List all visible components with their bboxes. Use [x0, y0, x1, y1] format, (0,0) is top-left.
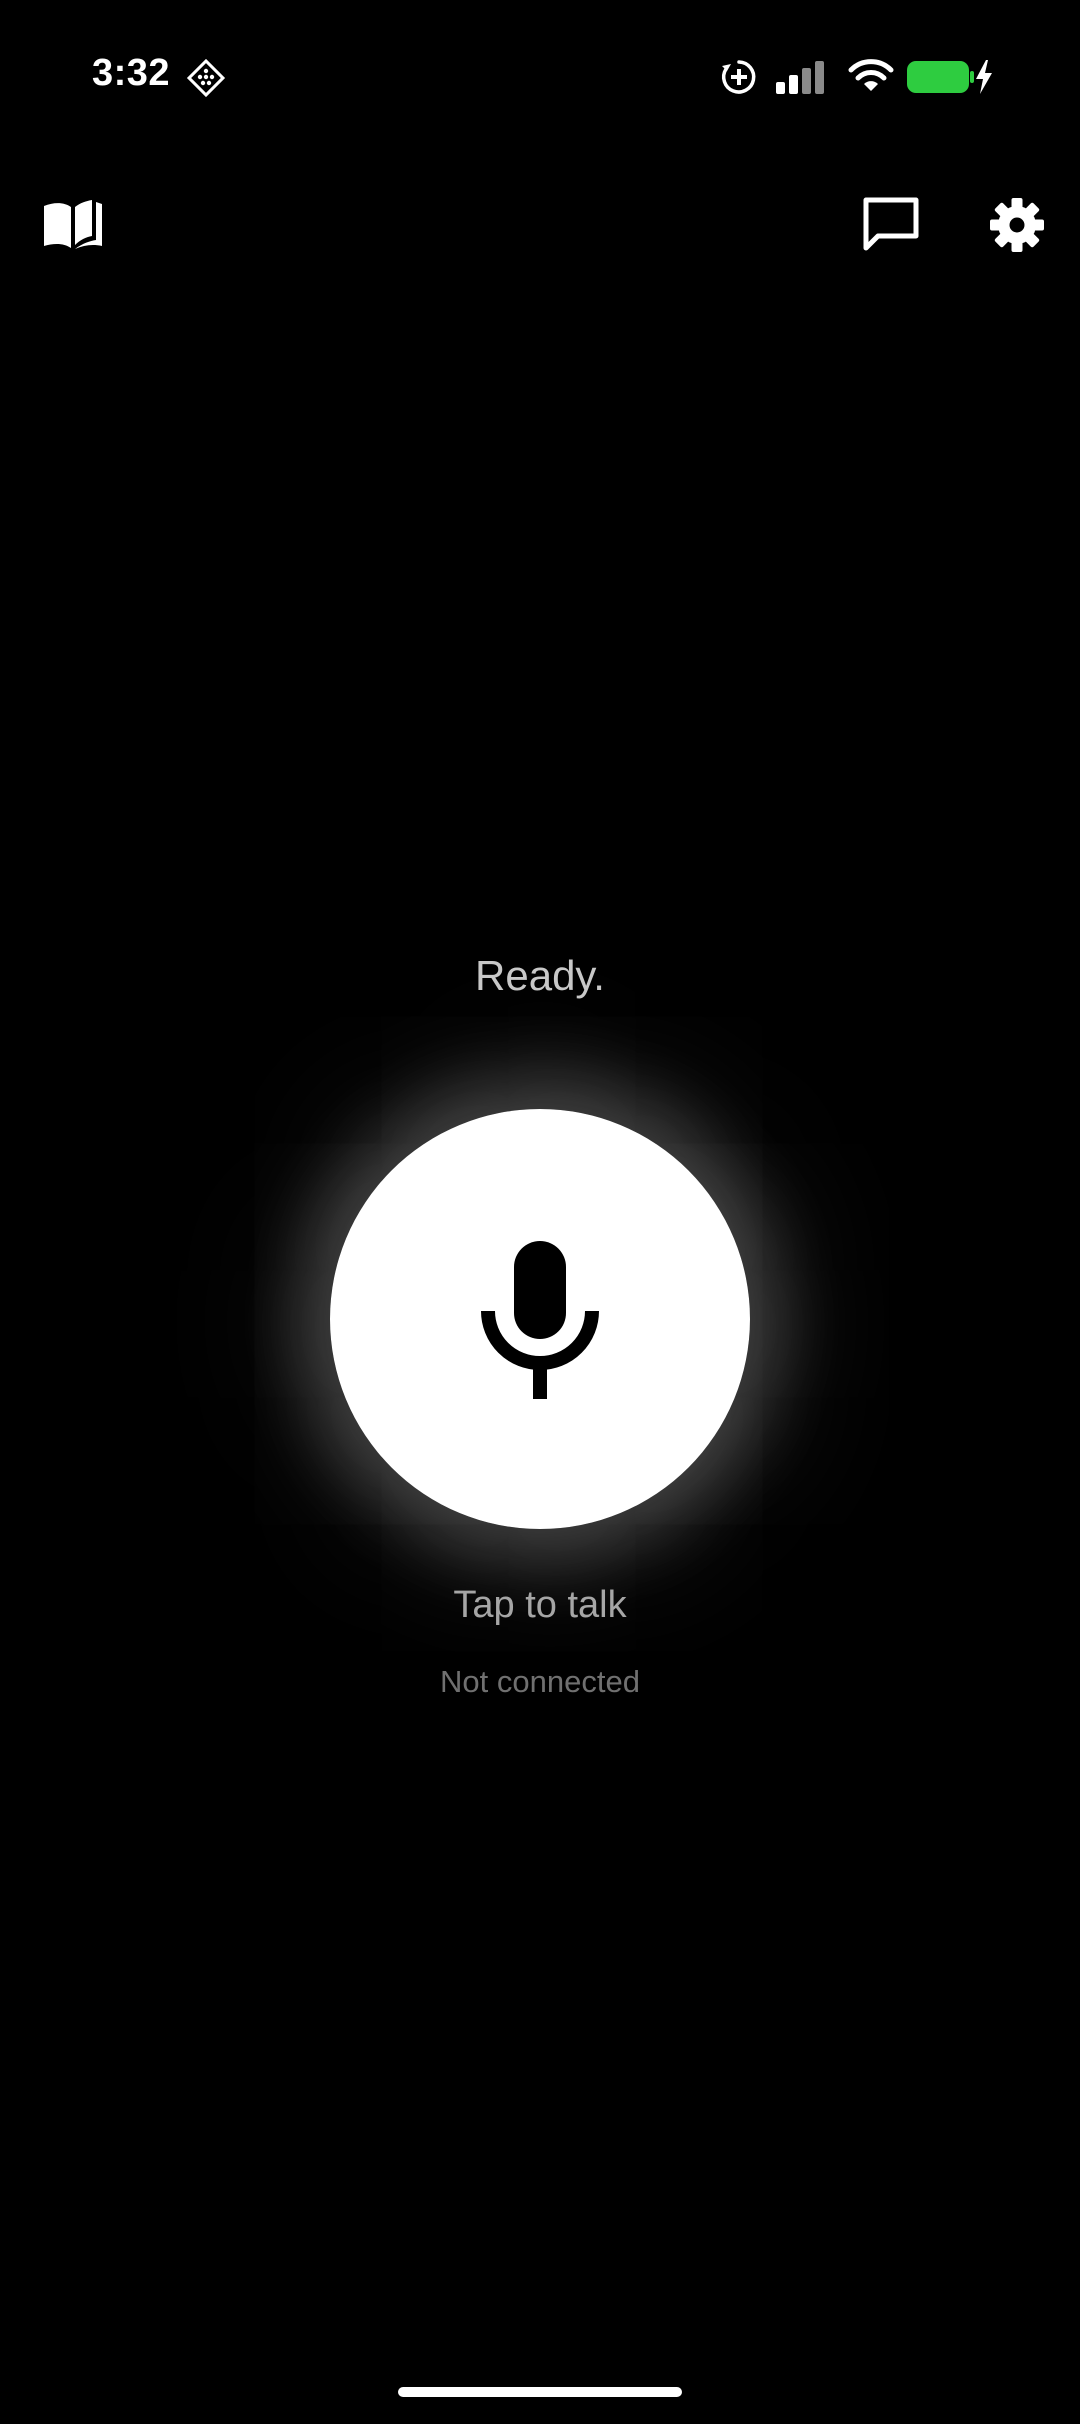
microphone-icon: [481, 1241, 599, 1399]
status-time: 3:32: [92, 52, 171, 94]
battery-charging-icon: [907, 60, 992, 94]
home-indicator[interactable]: [398, 2387, 682, 2397]
book-open-icon[interactable]: [42, 196, 104, 252]
connection-status: Not connected: [440, 1664, 640, 1699]
tap-to-talk-label: Tap to talk: [453, 1584, 627, 1626]
status-text: Ready.: [475, 952, 605, 999]
status-bar: 3:32: [0, 0, 1080, 150]
orientation-lock-icon: [721, 60, 756, 94]
chat-bubble-icon[interactable]: [862, 196, 920, 252]
gear-icon[interactable]: [990, 198, 1044, 252]
wifi-icon: [848, 59, 894, 91]
game-controller-icon: [186, 58, 226, 98]
cellular-signal-icon: [776, 61, 824, 94]
talk-button[interactable]: [330, 1109, 750, 1529]
